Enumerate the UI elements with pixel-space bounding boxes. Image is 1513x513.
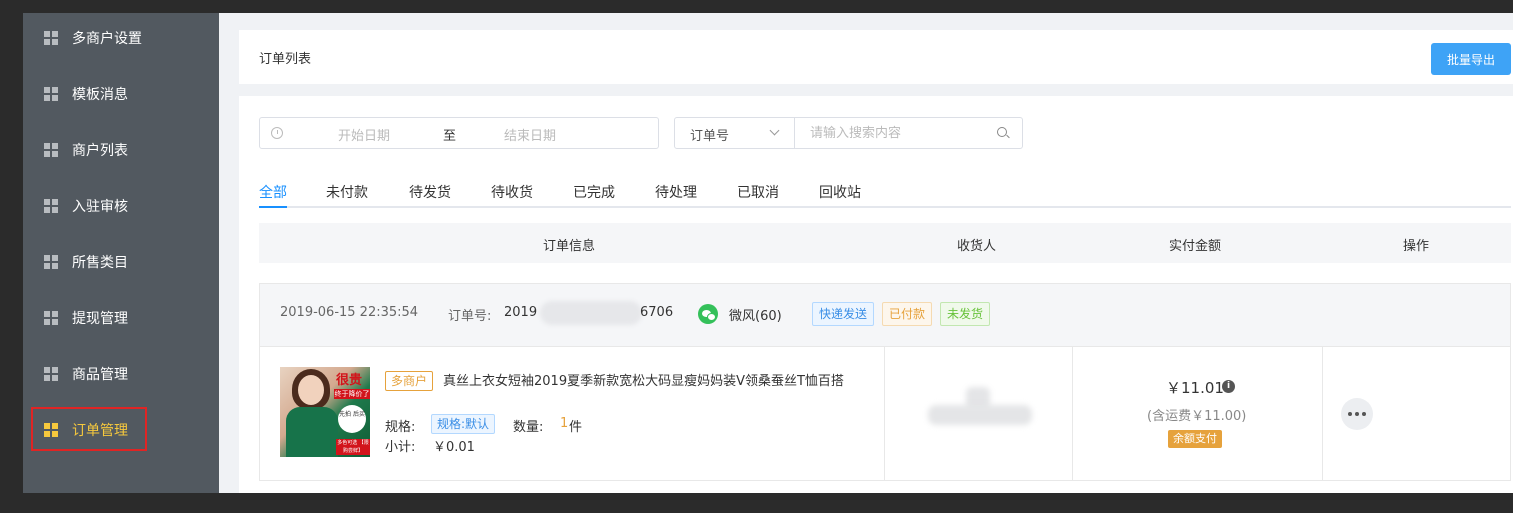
tab-pending-shipment[interactable]: 待发货 — [409, 182, 451, 202]
tab-active-indicator — [259, 206, 287, 208]
redacted-receiver-info — [928, 405, 1032, 425]
buyer-name[interactable]: 微风(60) — [729, 305, 782, 324]
tab-recycle-bin[interactable]: 回收站 — [819, 182, 861, 202]
sidebar-item-label: 所售类目 — [72, 255, 128, 271]
column-divider — [884, 347, 885, 480]
sidebar-item-label: 模板消息 — [72, 87, 128, 103]
subtotal-label: 小计: — [385, 440, 416, 455]
sidebar-item-label: 入驻审核 — [72, 199, 128, 215]
order-number: 2019 — [504, 305, 538, 320]
sidebar-item-merchant-list[interactable]: 商户列表 — [23, 125, 219, 175]
active-highlight-box — [31, 407, 147, 451]
main-content: 订单列表 批量导出 开始日期 至 结束日期 订单号 全部 未付款 — [219, 13, 1513, 493]
grid-icon — [44, 367, 58, 381]
ellipsis-icon — [1348, 412, 1352, 416]
sidebar-item-categories[interactable]: 所售类目 — [23, 237, 219, 287]
payment-method-badge: 余额支付 — [1168, 430, 1222, 448]
sidebar-item-products[interactable]: 商品管理 — [23, 349, 219, 399]
search-type-select[interactable]: 订单号 — [675, 118, 795, 148]
tab-pending-receipt[interactable]: 待收货 — [491, 182, 533, 202]
order-number-tail: 6706 — [640, 305, 674, 320]
start-date-input[interactable]: 开始日期 — [338, 125, 390, 144]
product-title[interactable]: 真丝上衣女短袖2019夏季新款宽松大码显瘦妈妈装V领桑蚕丝T恤百搭 — [385, 372, 860, 392]
batch-export-button[interactable]: 批量导出 — [1431, 43, 1511, 75]
page-header: 订单列表 批量导出 — [239, 30, 1513, 84]
sidebar-item-label: 多商户设置 — [72, 31, 142, 47]
redacted-mask — [540, 301, 642, 325]
chevron-down-icon — [769, 125, 780, 136]
quantity-value: 1 — [560, 416, 569, 431]
search-input[interactable] — [796, 118, 996, 148]
order-time: 2019-06-15 22:35:54 — [280, 305, 419, 320]
order-list-card: 开始日期 至 结束日期 订单号 全部 未付款 待发货 待收货 已完成 待处理 已… — [239, 96, 1513, 493]
spec-value-badge: 规格:默认 — [431, 414, 496, 434]
product-image-promo-footer: 多色可选 【限购尝鲜】 — [336, 439, 370, 455]
quantity-unit: 件 — [569, 420, 583, 435]
date-range-separator: 至 — [443, 129, 457, 144]
shipping-fee: (含运费￥11.00) — [1147, 409, 1247, 424]
spec-label: 规格: — [385, 420, 416, 435]
tab-pending-processing[interactable]: 待处理 — [655, 182, 697, 202]
order-row: 2019-06-15 22:35:54 订单号: 2019 6706 微风(60… — [259, 283, 1511, 481]
quantity-label: 数量: — [513, 420, 544, 435]
page-title: 订单列表 — [259, 52, 312, 67]
delivery-method-badge: 快递发送 — [812, 302, 875, 326]
payment-status-badge: 已付款 — [882, 302, 933, 326]
clock-icon — [271, 127, 283, 139]
table-header: 订单信息 收货人 实付金额 操作 — [259, 223, 1511, 263]
product-image-promo-badge: 先拍 后买 — [338, 405, 366, 433]
column-divider — [1072, 347, 1073, 480]
order-status-tabs: 全部 未付款 待发货 待收货 已完成 待处理 已取消 回收站 — [259, 178, 1511, 208]
date-range-picker[interactable]: 开始日期 至 结束日期 — [259, 117, 659, 149]
grid-icon — [44, 255, 58, 269]
info-icon[interactable]: i — [1222, 380, 1235, 393]
search-box: 订单号 — [674, 117, 1023, 149]
grid-icon — [44, 31, 58, 45]
product-image-promo: 很贵 — [336, 373, 363, 388]
sidebar-item-label: 商品管理 — [72, 367, 128, 383]
search-icon[interactable] — [997, 127, 1007, 137]
sidebar-item-entry-review[interactable]: 入驻审核 — [23, 181, 219, 231]
search-type-label: 订单号 — [690, 129, 730, 144]
app-frame: 多商户设置 模板消息 商户列表 入驻审核 所售类目 提现管理 商品管理 订单管理… — [0, 0, 1513, 513]
order-row-header: 2019-06-15 22:35:54 订单号: 2019 6706 微风(60… — [260, 284, 1510, 347]
product-image-promo-banner: 终于降价了 — [334, 389, 370, 399]
grid-icon — [44, 199, 58, 213]
sidebar-item-label: 提现管理 — [72, 311, 128, 327]
column-order-info: 订单信息 — [543, 239, 596, 254]
end-date-input[interactable]: 结束日期 — [504, 125, 556, 144]
sidebar-item-withdrawals[interactable]: 提现管理 — [23, 293, 219, 343]
sidebar: 多商户设置 模板消息 商户列表 入驻审核 所售类目 提现管理 商品管理 订单管理 — [23, 13, 219, 493]
sidebar-item-label: 商户列表 — [72, 143, 128, 159]
order-number-label: 订单号: — [448, 309, 492, 324]
tab-cancelled[interactable]: 已取消 — [737, 182, 779, 202]
grid-icon — [44, 311, 58, 325]
sidebar-item-template-messages[interactable]: 模板消息 — [23, 69, 219, 119]
more-actions-button[interactable] — [1341, 398, 1373, 430]
wechat-icon — [698, 304, 718, 324]
column-paid-amount: 实付金额 — [1169, 239, 1222, 254]
product-image[interactable]: 很贵 终于降价了 先拍 后买 多色可选 【限购尝鲜】 — [280, 367, 370, 457]
shipping-status-badge: 未发货 — [940, 302, 991, 326]
tab-unpaid[interactable]: 未付款 — [326, 182, 368, 202]
tab-all[interactable]: 全部 — [259, 182, 287, 202]
paid-amount: ￥11.01 — [1166, 379, 1224, 397]
column-divider — [1322, 347, 1323, 480]
subtotal-value: ￥0.01 — [433, 440, 475, 455]
tab-completed[interactable]: 已完成 — [573, 182, 615, 202]
column-receiver: 收货人 — [957, 239, 997, 254]
column-actions: 操作 — [1403, 239, 1430, 254]
sidebar-item-multi-merchant-settings[interactable]: 多商户设置 — [23, 13, 219, 63]
grid-icon — [44, 143, 58, 157]
order-row-body: 很贵 终于降价了 先拍 后买 多色可选 【限购尝鲜】 多商户 真丝上衣女短袖20… — [260, 347, 1510, 480]
grid-icon — [44, 87, 58, 101]
